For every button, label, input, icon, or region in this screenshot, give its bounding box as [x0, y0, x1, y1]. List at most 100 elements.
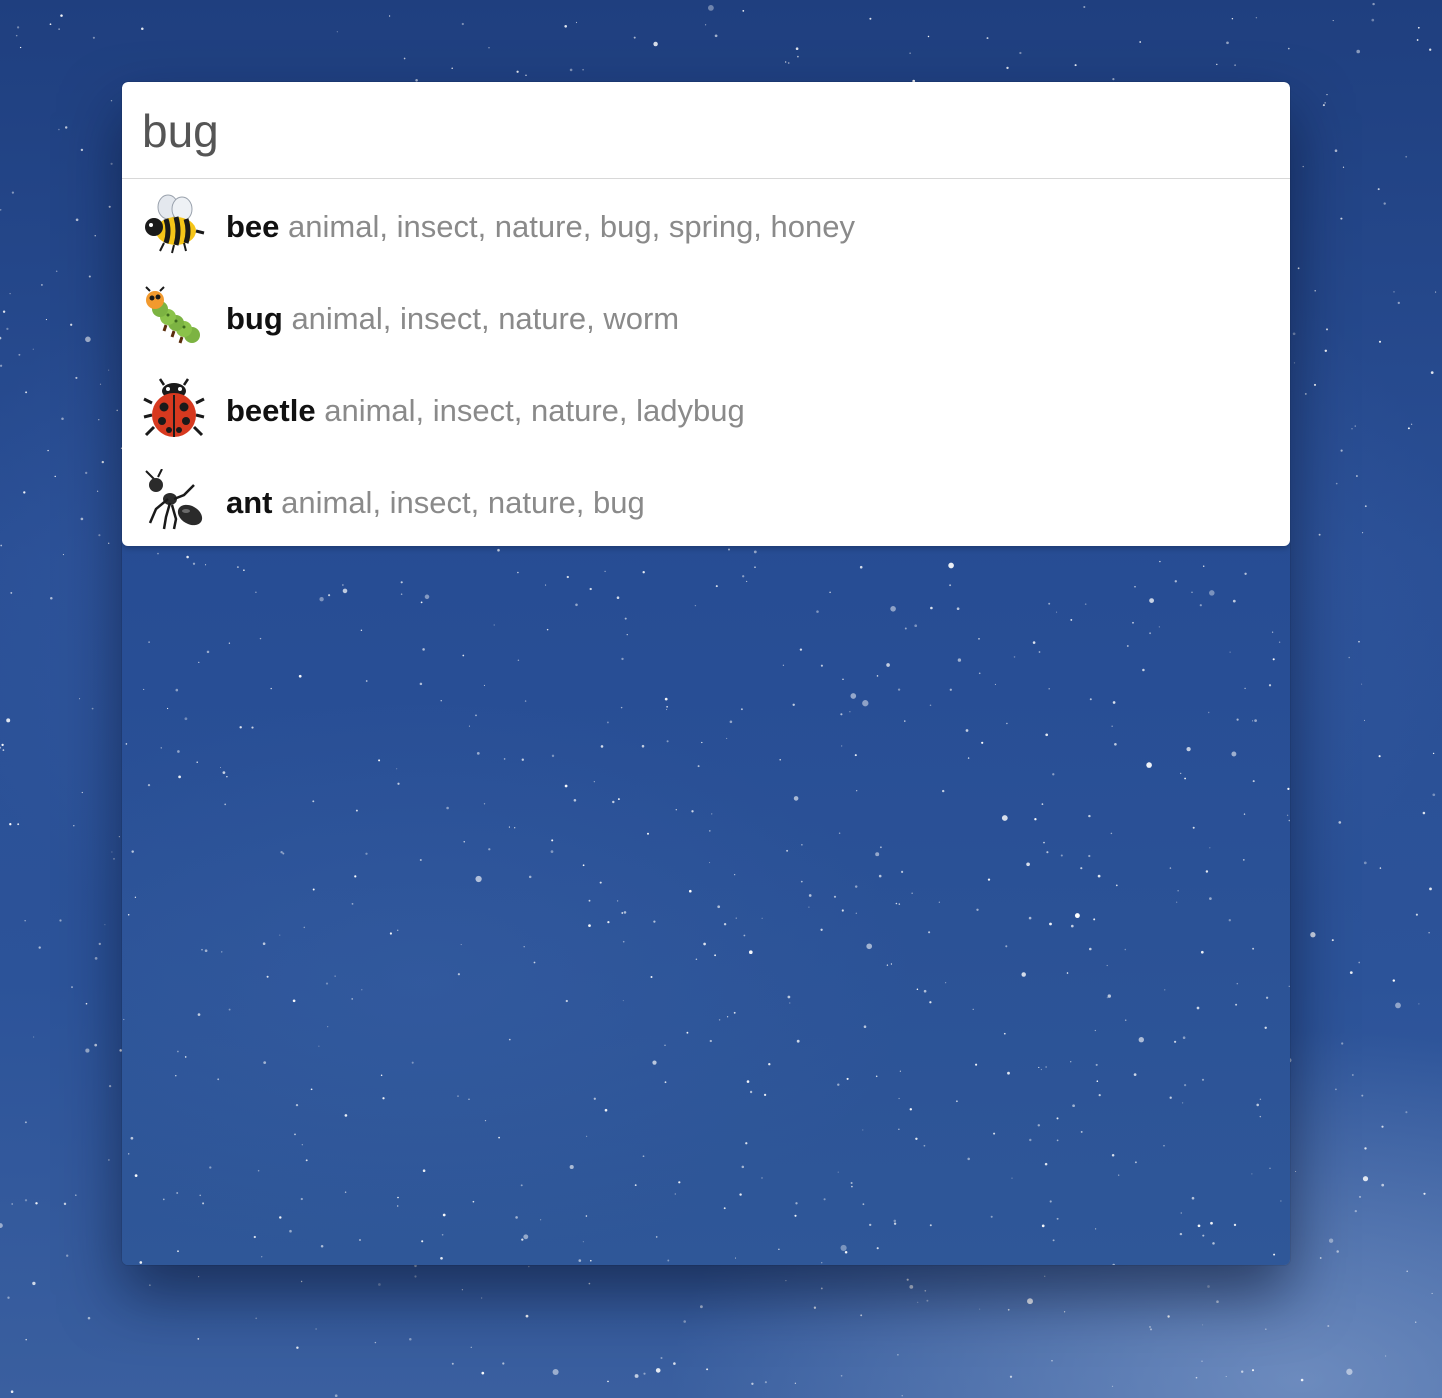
star: [1300, 1378, 1304, 1382]
star: [841, 909, 844, 912]
star: [411, 1061, 414, 1064]
star: [1043, 841, 1045, 844]
star: [197, 1013, 201, 1016]
star: [420, 601, 423, 604]
star: [521, 758, 524, 761]
star: [6, 327, 9, 331]
star: [1346, 1368, 1353, 1375]
star: [397, 782, 400, 785]
result-keywords: animal, insect, nature, bug: [281, 485, 645, 520]
star: [10, 1390, 14, 1393]
star: [956, 607, 960, 611]
star: [585, 1135, 588, 1137]
star: [98, 942, 101, 946]
star: [397, 1196, 399, 1199]
star: [1358, 640, 1360, 643]
star: [96, 490, 99, 492]
star: [6, 718, 11, 723]
star: [61, 417, 64, 420]
star: [414, 1275, 417, 1278]
star: [1269, 1167, 1271, 1169]
star: [1201, 1360, 1203, 1362]
star: [1268, 684, 1272, 687]
result-item-bee[interactable]: bee animal, insect, nature, bug, spring,…: [122, 179, 1290, 271]
star: [1334, 149, 1338, 152]
star: [1202, 1234, 1205, 1237]
star: [915, 1137, 918, 1140]
star: [674, 1193, 676, 1195]
result-item-ant[interactable]: ant animal, insect, nature, bug: [122, 455, 1290, 547]
star: [1405, 155, 1408, 158]
star: [147, 783, 151, 787]
star: [1007, 1071, 1010, 1075]
search-input[interactable]: [142, 102, 1262, 160]
result-item-bug[interactable]: bug animal, insect, nature, worm: [122, 271, 1290, 363]
star: [1041, 803, 1044, 805]
star: [1066, 972, 1069, 974]
star: [75, 218, 79, 222]
star: [792, 703, 795, 706]
star: [344, 1191, 347, 1193]
star: [1088, 854, 1091, 858]
star: [1184, 777, 1186, 780]
star: [1304, 392, 1307, 395]
star: [148, 641, 150, 643]
star: [967, 757, 970, 759]
star: [468, 1098, 470, 1100]
star: [582, 68, 584, 71]
star: [483, 684, 485, 686]
star: [1340, 449, 1343, 452]
star: [909, 52, 911, 54]
star: [739, 1193, 742, 1196]
star: [1358, 961, 1361, 964]
star: [795, 47, 799, 51]
star: [990, 1215, 993, 1218]
star: [794, 1382, 797, 1384]
star: [296, 1346, 299, 1349]
star: [1112, 78, 1115, 81]
star: [1094, 1228, 1097, 1230]
star: [1013, 656, 1016, 658]
star: [820, 664, 823, 667]
star: [134, 896, 137, 898]
star: [441, 1233, 444, 1236]
star: [1111, 725, 1113, 727]
star: [351, 902, 354, 905]
star: [593, 1097, 596, 1100]
star: [475, 875, 482, 883]
star: [1271, 631, 1274, 633]
star: [403, 57, 406, 60]
star: [1314, 289, 1316, 292]
star: [786, 849, 789, 852]
star: [838, 832, 841, 834]
star: [123, 1018, 125, 1021]
star: [1244, 687, 1246, 690]
star: [761, 1177, 763, 1179]
star: [926, 1299, 929, 1302]
star: [1032, 641, 1036, 644]
star: [846, 1077, 849, 1080]
star: [45, 319, 47, 321]
star: [523, 945, 525, 948]
star: [820, 928, 823, 931]
star: [714, 954, 716, 957]
star: [60, 14, 63, 17]
star: [91, 707, 94, 710]
star: [396, 768, 398, 770]
star: [1371, 18, 1375, 22]
star: [1084, 603, 1087, 605]
star: [1149, 632, 1152, 635]
star: [875, 1075, 878, 1078]
star: [176, 1192, 179, 1194]
star: [75, 1194, 77, 1196]
star: [184, 1056, 187, 1058]
star: [1021, 972, 1026, 977]
star: [626, 634, 628, 636]
star: [1216, 63, 1218, 66]
star: [110, 162, 113, 165]
star: [588, 1282, 591, 1285]
star: [217, 1078, 220, 1081]
star: [778, 1248, 780, 1251]
star: [588, 924, 591, 927]
result-item-beetle[interactable]: beetle animal, insect, nature, ladybug: [122, 363, 1290, 455]
